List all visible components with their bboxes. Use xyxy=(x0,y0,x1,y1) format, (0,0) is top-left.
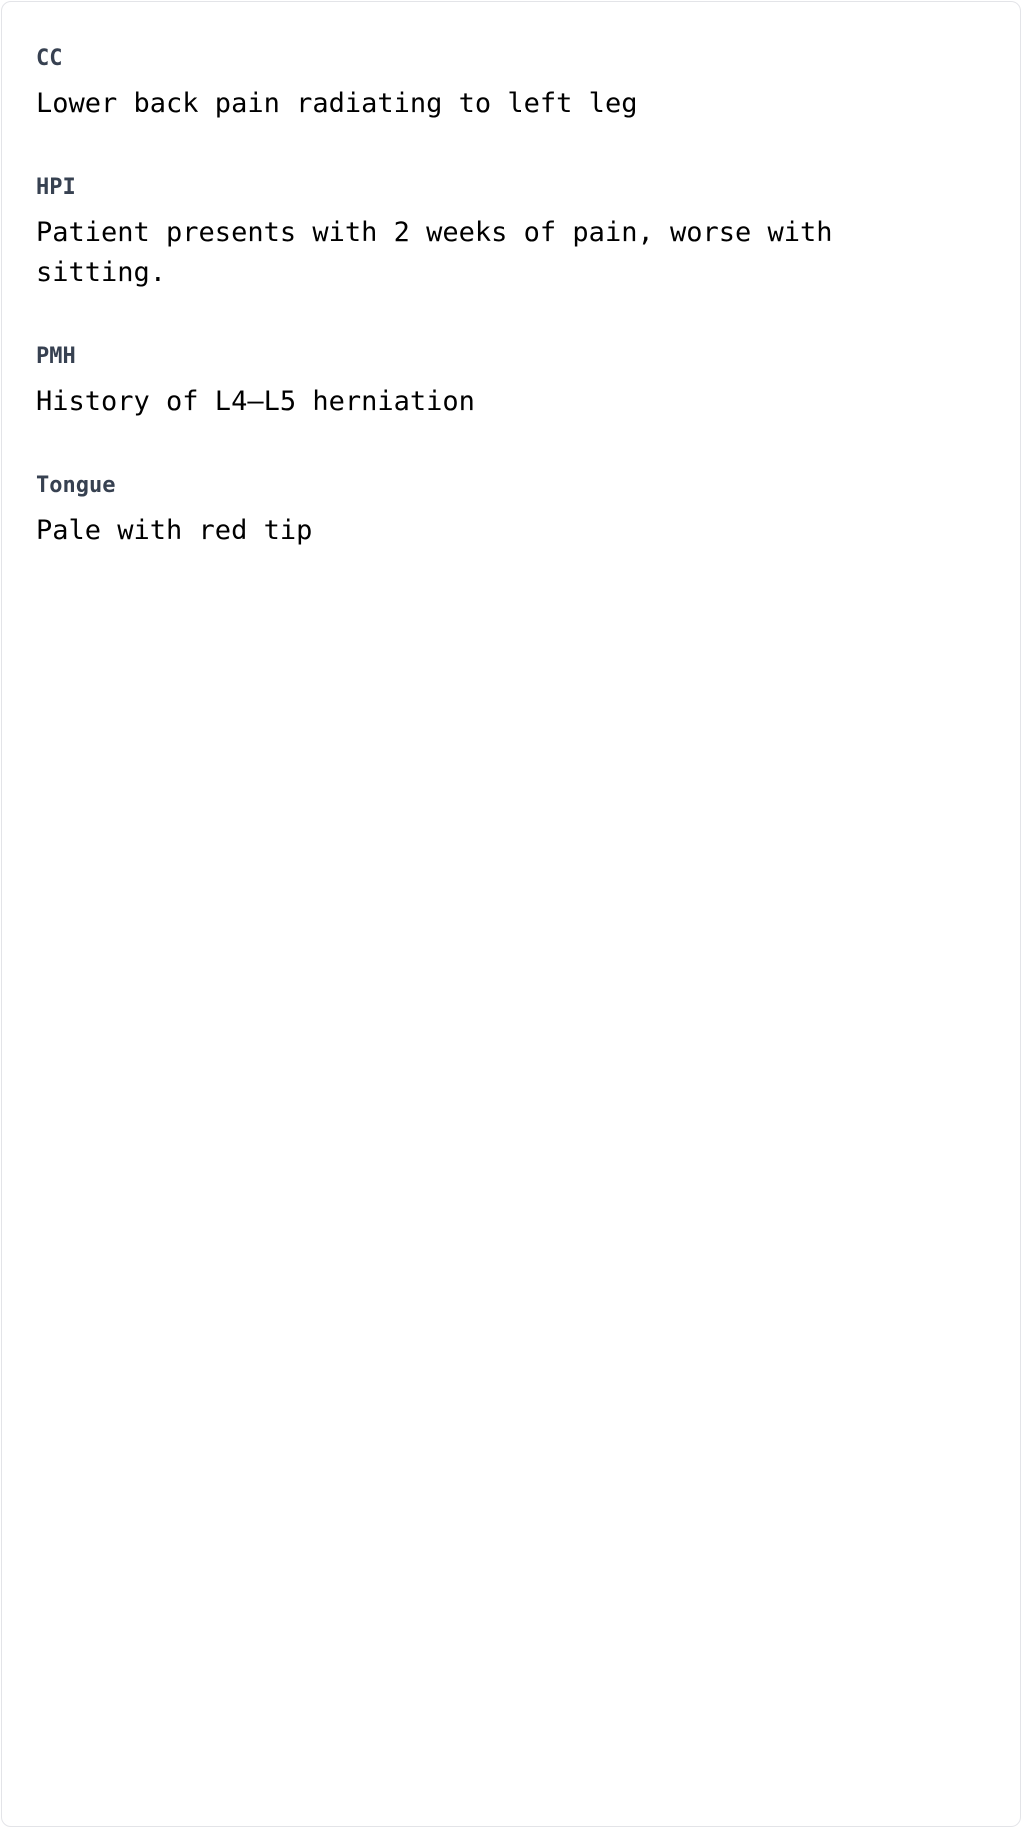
section-tongue: Tongue Pale with red tip xyxy=(36,471,986,551)
section-value: Pale with red tip xyxy=(36,515,313,546)
section-value: History of L4–L5 herniation xyxy=(36,386,475,417)
section-pmh: PMH History of L4–L5 herniation xyxy=(36,342,986,422)
section-hpi: HPI Patient presents with 2 weeks of pai… xyxy=(36,173,986,293)
section-label: PMH xyxy=(36,344,76,369)
section-label: Tongue xyxy=(36,473,116,498)
section-cc: CC Lower back pain radiating to left leg xyxy=(36,44,986,124)
section-value: Patient presents with 2 weeks of pain, w… xyxy=(36,217,849,288)
clinical-notes-card: CC Lower back pain radiating to left leg… xyxy=(1,1,1021,1827)
section-label: HPI xyxy=(36,175,76,200)
section-value: Lower back pain radiating to left leg xyxy=(36,88,638,119)
section-label: CC xyxy=(36,46,63,71)
